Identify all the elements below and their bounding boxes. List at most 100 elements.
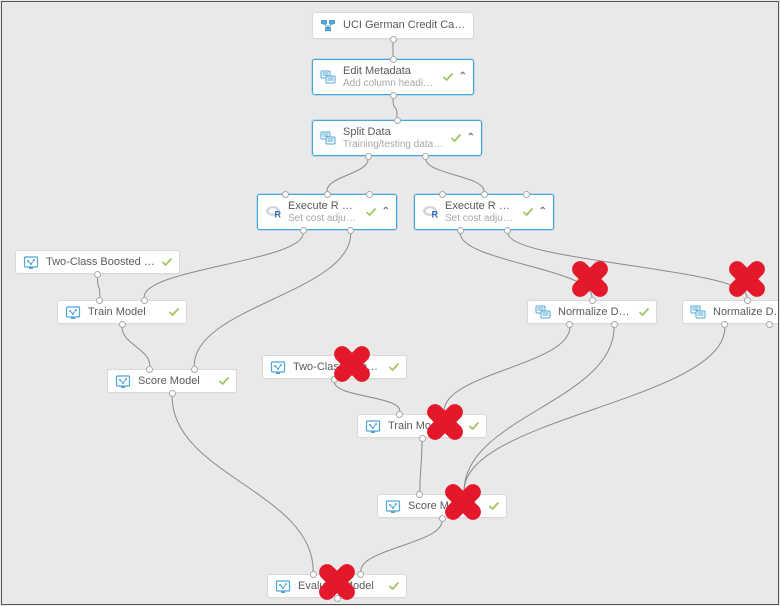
port-in[interactable]: [396, 411, 403, 418]
port-in[interactable]: [310, 571, 317, 578]
node-title: Normalize Data: [558, 306, 632, 319]
module-icon: [689, 303, 707, 321]
port-out[interactable]: [422, 153, 429, 160]
port-in[interactable]: [416, 491, 423, 498]
port-out[interactable]: [504, 227, 511, 234]
wire: [444, 327, 570, 411]
node-subtitle: Training/testing data split 50%: [343, 139, 444, 151]
algo-icon: [22, 253, 40, 271]
node-title: Score Model: [138, 375, 212, 388]
status-ok-icon: [218, 375, 230, 387]
port-in[interactable]: [589, 297, 596, 304]
port-out[interactable]: [721, 321, 728, 328]
collapse-toggle-icon[interactable]: ⌃: [459, 72, 467, 82]
port-out[interactable]: [439, 515, 446, 522]
port-out[interactable]: [457, 227, 464, 234]
node-title: Execute R Script: [445, 200, 516, 213]
port-out[interactable]: [119, 321, 126, 328]
wire: [508, 233, 747, 297]
wire: [393, 98, 397, 117]
collapse-toggle-icon[interactable]: ⌃: [467, 133, 475, 143]
node-text: Two-Class Boosted Decision...: [46, 256, 155, 269]
port-in[interactable]: [394, 117, 401, 124]
module-icon: [534, 303, 552, 321]
r-icon: R: [421, 203, 439, 221]
status-ok-icon: [468, 420, 480, 432]
port-in[interactable]: [96, 297, 103, 304]
status-ok-icon: [488, 500, 500, 512]
wire: [194, 233, 351, 366]
algo-icon: [64, 303, 82, 321]
port-in[interactable]: [366, 191, 373, 198]
module-icon: [319, 129, 337, 147]
node-text: UCI German Credit Card Data: [343, 19, 467, 32]
port-in[interactable]: [461, 491, 468, 498]
port-out[interactable]: [334, 595, 341, 602]
port-out[interactable]: [365, 153, 372, 160]
port-in[interactable]: [282, 191, 289, 198]
wire: [464, 327, 725, 491]
port-out[interactable]: [390, 92, 397, 99]
port-out[interactable]: [566, 321, 573, 328]
node-normL[interactable]: Normalize Data: [527, 300, 657, 324]
node-text: Execute R ScriptSet cost adjustment: [445, 200, 516, 225]
port-out[interactable]: [94, 271, 101, 278]
port-out[interactable]: [300, 227, 307, 234]
port-in[interactable]: [324, 191, 331, 198]
r-icon: R: [264, 203, 282, 221]
port-in[interactable]: [141, 297, 148, 304]
port-out[interactable]: [611, 321, 618, 328]
node-title: Execute R Script: [288, 200, 359, 213]
algo-icon: [114, 372, 132, 390]
port-in[interactable]: [146, 366, 153, 373]
collapse-toggle-icon[interactable]: ⌃: [382, 207, 390, 217]
node-text: Score Model: [138, 375, 212, 388]
port-out[interactable]: [419, 435, 426, 442]
port-in[interactable]: [390, 56, 397, 63]
port-in[interactable]: [191, 366, 198, 373]
svg-text:R: R: [432, 210, 439, 220]
node-text: Evaluate Model: [298, 580, 382, 593]
node-title: Split Data: [343, 126, 444, 139]
node-text: Two-Class Support Vector...: [293, 361, 382, 374]
port-out[interactable]: [766, 321, 773, 328]
node-rR[interactable]: R Execute R ScriptSet cost adjustment ⌃: [414, 194, 554, 230]
status-ok-icon: [450, 132, 462, 144]
wire: [426, 159, 484, 191]
algo-icon: [364, 417, 382, 435]
port-out[interactable]: [169, 390, 176, 397]
port-out[interactable]: [331, 376, 338, 383]
port-out[interactable]: [347, 227, 354, 234]
port-in[interactable]: [481, 191, 488, 198]
node-normR[interactable]: Normalize Data: [682, 300, 779, 324]
node-subtitle: Set cost adjustment: [445, 213, 516, 225]
node-title: Edit Metadata: [343, 65, 436, 78]
node-text: Normalize Data: [558, 306, 632, 319]
node-dataset[interactable]: UCI German Credit Card Data: [312, 12, 474, 39]
port-in[interactable]: [439, 191, 446, 198]
port-out[interactable]: [390, 36, 397, 43]
node-rL[interactable]: R Execute R ScriptSet cost adjustment ⌃: [257, 194, 397, 230]
node-title: Train Model: [88, 306, 162, 319]
algo-icon: [384, 497, 402, 515]
node-editmeta[interactable]: Edit MetadataAdd column headings ⌃: [312, 59, 474, 95]
node-title: Two-Class Boosted Decision...: [46, 256, 155, 269]
status-ok-icon: [442, 71, 454, 83]
port-in[interactable]: [523, 191, 530, 198]
algo-icon: [274, 577, 292, 595]
svg-text:R: R: [275, 210, 282, 220]
wire: [361, 521, 442, 571]
wire: [172, 396, 313, 571]
node-subtitle: Add column headings: [343, 78, 436, 90]
node-text: Split DataTraining/testing data split 50…: [343, 126, 444, 151]
collapse-toggle-icon[interactable]: ⌃: [539, 207, 547, 217]
port-in[interactable]: [744, 297, 751, 304]
node-title: Score Model: [408, 500, 482, 513]
wire: [327, 159, 368, 191]
port-in[interactable]: [441, 411, 448, 418]
port-in[interactable]: [357, 571, 364, 578]
node-text: Execute R ScriptSet cost adjustment: [288, 200, 359, 225]
node-title: Train Model: [388, 420, 462, 433]
node-split[interactable]: Split DataTraining/testing data split 50…: [312, 120, 482, 156]
status-ok-icon: [168, 306, 180, 318]
